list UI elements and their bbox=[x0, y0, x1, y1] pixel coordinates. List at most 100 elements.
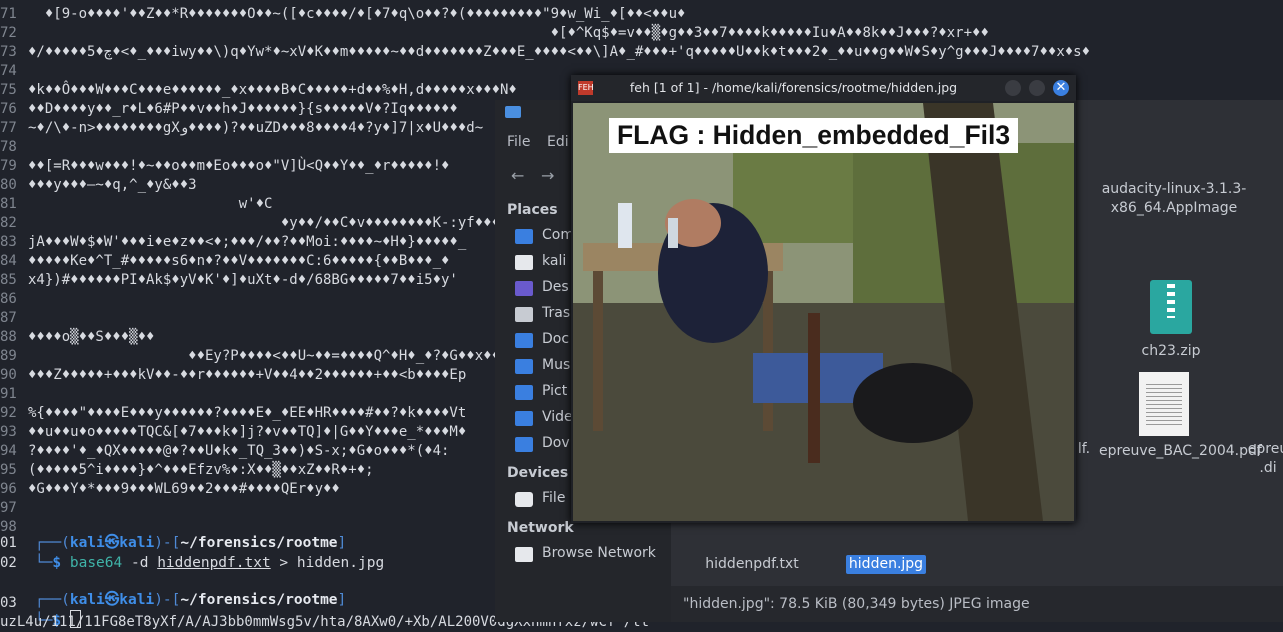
title-bar[interactable]: FEH feh [1 of 1] - /home/kali/forensics/… bbox=[571, 75, 1076, 101]
terminal-output-line: 75 ♦k♦♦Ô♦♦♦W♦♦♦C♦♦♦e♦♦♦♦♦♦_♦x♦♦♦♦B♦C♦♦♦♦♦… bbox=[0, 80, 517, 100]
terminal-output-line: 84 ♦♦♦♦♦Ke♦^T_#♦♦♦♦♦s6♦n♦?♦♦V♦♦♦♦♦♦♦C:6♦♦… bbox=[0, 251, 449, 271]
line-number: 72 bbox=[0, 25, 17, 41]
command-output-file: hidden.jpg bbox=[296, 555, 385, 571]
zip-file-icon bbox=[1150, 280, 1192, 334]
binary-text: ♦♦D♦♦♦♦y♦♦_r♦L♦6#P♦♦v♦♦h♦J♦♦♦♦♦♦}{s♦♦♦♦♦… bbox=[28, 101, 458, 117]
binary-text: ♦k♦♦Ô♦♦♦W♦♦♦C♦♦♦e♦♦♦♦♦♦_♦x♦♦♦♦B♦C♦♦♦♦♦+d… bbox=[28, 82, 517, 98]
prompt-user: kali㉿kali bbox=[69, 592, 155, 608]
terminal-output-line: 90 ♦♦♦Z♦♦♦♦♦+♦♦♦kV♦♦-♦♦r♦♦♦♦♦♦+V♦♦4♦♦2♦♦♦… bbox=[0, 365, 466, 385]
sidebar-item-label: Pict bbox=[542, 383, 568, 399]
binary-text: ♦♦Ey?P♦♦♦♦<♦♦U~♦♦=♦♦♦♦Q^♦H♦_♦?♦G♦♦x♦♦Q bbox=[28, 348, 509, 364]
terminal-output-line: 71 ♦[9-o♦♦♦♦'♦♦Z♦♦*R♦♦♦♦♦♦♦O♦♦~([♦c♦♦♦♦/… bbox=[0, 4, 685, 24]
line-number: 02 bbox=[0, 555, 17, 571]
line-number: 95 bbox=[0, 462, 17, 478]
binary-text: ♦♦u♦♦u♦o♦♦♦♦♦TQC&[♦7♦♦♦k♦]j?♦v♦♦TQ]♦|G♦♦… bbox=[28, 424, 467, 440]
command-flag: -d bbox=[130, 555, 149, 571]
maximize-button[interactable] bbox=[1029, 80, 1045, 96]
flag-caption: FLAG : Hidden_embedded_Fil3 bbox=[609, 118, 1019, 153]
file-item-epreuve-partial[interactable]: epreu .di bbox=[1243, 440, 1283, 478]
terminal-output-line: 80 ♦♦♦y♦♦♦—~♦q,^_♦y&♦♦3 bbox=[0, 175, 197, 195]
sidebar-item-label: Com bbox=[542, 227, 574, 243]
image-viewer-window[interactable]: FEH feh [1 of 1] - /home/kali/forensics/… bbox=[571, 75, 1076, 523]
line-number: 78 bbox=[0, 139, 17, 155]
folder-icon bbox=[515, 359, 533, 374]
folder-icon bbox=[515, 333, 533, 348]
line-number: 96 bbox=[0, 481, 17, 497]
file-item-epreuve-bac-2004[interactable]: epreuve_BAC_2004.pdf bbox=[1099, 372, 1262, 461]
binary-text: jA♦♦♦W♦$♦W'♦♦♦i♦e♦z♦♦<♦;♦♦♦/♦♦?♦♦Moi:♦♦♦… bbox=[28, 234, 467, 250]
folder-icon bbox=[505, 106, 521, 118]
file-name: audacity-linux-3.1.3-x86_64.AppImage bbox=[1101, 181, 1247, 216]
devices-heading: Devices bbox=[507, 465, 569, 481]
file-name: hiddenpdf.txt bbox=[705, 556, 799, 572]
binary-text: ♦[9-o♦♦♦♦'♦♦Z♦♦*R♦♦♦♦♦♦♦O♦♦~([♦c♦♦♦♦/♦[♦… bbox=[28, 6, 686, 22]
terminal-output-line: 94 ?♦♦♦♦'♦_♦QX♦♦♦♦♦@♦?♦♦U♦k♦_TQ_3♦♦)♦S-x;… bbox=[0, 441, 449, 461]
folder-icon bbox=[515, 229, 533, 244]
terminal-output-line: 92 %{♦♦♦♦"♦♦♦♦E♦♦♦y♦♦♦♦♦♦?♦♦♦♦E♦_♦EE♦HR♦♦… bbox=[0, 403, 466, 423]
sidebar-item-label: File bbox=[542, 490, 566, 506]
photo-illustration bbox=[573, 103, 1074, 521]
line-number: 83 bbox=[0, 234, 17, 250]
file-item-ch23-zip[interactable]: ch23.zip bbox=[1111, 280, 1231, 361]
line-number: 73 bbox=[0, 44, 17, 60]
places-heading: Places bbox=[507, 202, 558, 218]
line-number: 90 bbox=[0, 367, 17, 383]
line-number: 87 bbox=[0, 310, 17, 326]
binary-text: ♦y♦♦/♦♦C♦v♦♦♦♦♦♦♦♦K-:yf♦♦♦♦{ bbox=[28, 215, 517, 231]
terminal-output-line: 86 bbox=[0, 289, 28, 309]
binary-text: ~♦/\♦-n>♦♦♦♦♦♦♦♦gXو♦♦♦♦)?♦♦uZD♦♦♦8♦♦♦♦4♦… bbox=[28, 120, 484, 136]
terminal-output-line: 95 (♦♦♦♦♦5^i♦♦♦♦}♦^♦♦♦Efzv%♦:X♦♦▒♦♦xZ♦♦R♦… bbox=[0, 460, 374, 480]
drive-icon bbox=[515, 492, 533, 507]
terminal-output-line: 76 ♦♦D♦♦♦♦y♦♦_r♦L♦6#P♦♦v♦♦h♦J♦♦♦♦♦♦}{s♦♦♦… bbox=[0, 99, 458, 119]
terminal-output-line: 72 ♦[♦^Kq$♦=v♦♦▒♦g♦♦3♦♦7♦♦♦♦k♦♦♦♦♦Iu♦A♦♦… bbox=[0, 23, 989, 43]
binary-text: ♦G♦♦♦Y♦*♦♦♦9♦♦♦WL69♦♦2♦♦♦#♦♦♦♦QEr♦y♦♦ bbox=[28, 481, 340, 497]
line-number: 91 bbox=[0, 386, 17, 402]
terminal-output-line: 91 bbox=[0, 384, 28, 404]
terminal-output-line: 73 ♦/♦♦♦♦♦5♦چ♦<♦_♦♦♦iwy♦♦\)q♦Yw*♦~xV♦K♦♦m… bbox=[0, 42, 1090, 62]
network-heading: Network bbox=[507, 520, 574, 536]
command-input-file: hiddenpdf.txt bbox=[157, 555, 271, 571]
file-name: epreuve_BAC_2004.pdf bbox=[1099, 443, 1262, 459]
command-redirect: > bbox=[279, 555, 289, 571]
line-number: 89 bbox=[0, 348, 17, 364]
binary-text: ♦♦[=R♦♦♦w♦♦♦!♦~♦♦o♦♦m♦Eo♦♦♦o♦"V]Ù<Q♦♦Y♦♦… bbox=[28, 158, 450, 174]
file-name: epreu .di bbox=[1247, 441, 1283, 476]
line-number: 01 bbox=[0, 535, 17, 551]
forward-arrow-icon[interactable]: → bbox=[541, 166, 554, 185]
menu-edit[interactable]: Edi bbox=[547, 134, 569, 150]
file-item-hiddenpdf-txt[interactable]: hiddenpdf.txt bbox=[687, 555, 817, 574]
terminal-output-line: 79 ♦♦[=R♦♦♦w♦♦♦!♦~♦♦o♦♦m♦Eo♦♦♦o♦"V]Ù<Q♦♦Y… bbox=[0, 156, 449, 176]
displayed-image: FLAG : Hidden_embedded_Fil3 bbox=[573, 103, 1074, 521]
command-name: base64 bbox=[69, 555, 123, 571]
prompt-path: ~/forensics/rootme bbox=[180, 592, 338, 608]
sidebar-item-label: Vide bbox=[542, 409, 573, 425]
binary-text: ♦♦♦♦♦Ke♦^T_#♦♦♦♦♦s6♦n♦?♦♦V♦♦♦♦♦♦♦C:6♦♦♦♦… bbox=[28, 253, 450, 269]
sidebar-item-label: Dov bbox=[542, 435, 570, 451]
line-number: 86 bbox=[0, 291, 17, 307]
terminal-output-line: 74 bbox=[0, 61, 28, 81]
network-icon bbox=[515, 547, 533, 562]
binary-text: ♦♦♦Z♦♦♦♦♦+♦♦♦kV♦♦-♦♦r♦♦♦♦♦♦+V♦♦4♦♦2♦♦♦♦♦… bbox=[28, 367, 467, 383]
file-item-hidden-jpg[interactable]: hidden.jpg bbox=[841, 555, 931, 574]
binary-text: w'♦C bbox=[28, 196, 273, 212]
terminal-output-line: 81 w'♦C bbox=[0, 194, 272, 214]
minimize-button[interactable] bbox=[1005, 80, 1021, 96]
binary-text: x4})#♦♦♦♦♦♦PI♦Ak$♦yV♦K'♦]♦uXt♦-d♦/68BG♦♦… bbox=[28, 272, 458, 288]
file-item-audacity[interactable]: audacity-linux-3.1.3-x86_64.AppImage bbox=[1099, 180, 1249, 218]
line-number: 82 bbox=[0, 215, 17, 231]
prompt-frame: ] bbox=[337, 592, 347, 608]
close-button[interactable]: ✕ bbox=[1053, 80, 1069, 96]
folder-icon bbox=[515, 385, 533, 400]
binary-text: ♦/♦♦♦♦♦5♦چ♦<♦_♦♦♦iwy♦♦\)q♦Yw*♦~xV♦K♦♦m♦♦… bbox=[28, 44, 1091, 60]
sidebar-item-label: Des bbox=[542, 279, 569, 295]
window-title: feh [1 of 1] - /home/kali/forensics/root… bbox=[629, 80, 958, 95]
folder-icon bbox=[515, 307, 533, 322]
menu-file[interactable]: File bbox=[507, 134, 530, 150]
sidebar-item-label: Doc bbox=[542, 331, 570, 347]
line-number: 85 bbox=[0, 272, 17, 288]
binary-text: (♦♦♦♦♦5^i♦♦♦♦}♦^♦♦♦Efzv%♦:X♦♦▒♦♦xZ♦♦R♦+♦… bbox=[28, 462, 374, 478]
file-name: hidden.jpg bbox=[845, 555, 927, 574]
back-arrow-icon[interactable]: ← bbox=[511, 166, 524, 185]
prompt-corner: └─ bbox=[34, 555, 53, 571]
sidebar-item-browse-network[interactable]: Browse Network bbox=[515, 544, 665, 566]
